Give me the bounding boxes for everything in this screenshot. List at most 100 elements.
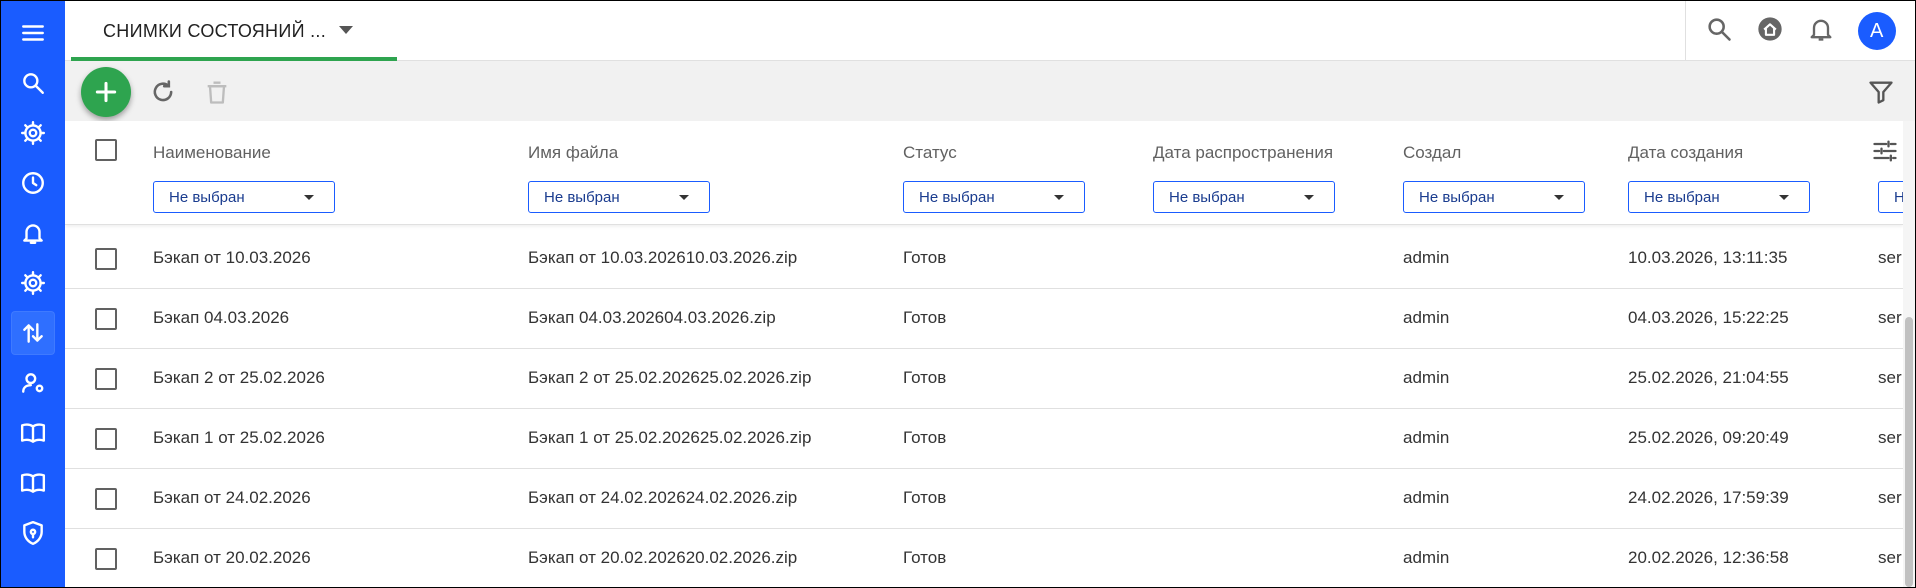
cell-author: admin xyxy=(1403,428,1450,447)
cell-status: Готов xyxy=(903,548,947,567)
sidebar-item-import-export[interactable] xyxy=(11,311,55,355)
import-export-icon xyxy=(23,323,43,343)
filter-extra-select[interactable]: Не выбран xyxy=(1878,181,1903,213)
sidebar-item-docs-2[interactable] xyxy=(11,461,55,505)
bell-icon xyxy=(23,224,43,244)
filter-value: Не выбран xyxy=(169,188,245,206)
home-button[interactable] xyxy=(1756,15,1784,48)
table-row[interactable]: Бэкап 2 от 25.02.2026 Бэкап 2 от 25.02.2… xyxy=(65,349,1903,409)
row-checkbox[interactable] xyxy=(95,488,117,510)
cell-name: Бэкап от 20.02.2026 xyxy=(153,548,311,567)
cell-file: Бэкап от 20.02.202620.02.2026.zip xyxy=(528,548,798,567)
cell-file: Бэкап от 10.03.202610.03.2026.zip xyxy=(528,248,798,267)
clock-icon xyxy=(22,172,44,194)
user-settings-icon xyxy=(22,373,44,393)
bell-icon xyxy=(1810,19,1832,41)
table-row[interactable]: Бэкап 04.03.2026 Бэкап 04.03.202604.03.2… xyxy=(65,289,1903,349)
search-icon xyxy=(23,73,44,94)
snapshots-table: Наименование Имя файла Статус Дата распр… xyxy=(65,121,1903,587)
caret-down-icon xyxy=(1304,195,1314,200)
filter-icon[interactable] xyxy=(1867,78,1895,106)
chevron-down-icon[interactable] xyxy=(339,26,353,34)
column-header-status[interactable]: Статус xyxy=(903,143,957,163)
filter-value: Не выбран xyxy=(1169,188,1245,206)
cell-status: Готов xyxy=(903,428,947,447)
sidebar-item-search[interactable] xyxy=(11,61,55,105)
select-all-checkbox[interactable] xyxy=(95,139,117,161)
refresh-icon[interactable] xyxy=(149,78,177,106)
cell-extra: ser xyxy=(1878,488,1902,507)
column-header-name[interactable]: Наименование xyxy=(153,143,271,163)
cell-extra: ser xyxy=(1878,428,1902,447)
menu-icon xyxy=(22,25,44,41)
tab-snapshots[interactable]: СНИМКИ СОСТОЯНИЙ ... xyxy=(71,1,397,61)
row-checkbox[interactable] xyxy=(95,308,117,330)
vertical-scrollbar[interactable] xyxy=(1903,121,1915,587)
cell-file: Бэкап 04.03.202604.03.2026.zip xyxy=(528,308,776,327)
cell-status: Готов xyxy=(903,308,947,327)
column-settings-icon[interactable] xyxy=(1871,137,1899,165)
sidebar-item-notifications[interactable] xyxy=(11,211,55,255)
column-header-dist-date[interactable]: Дата распространения xyxy=(1153,143,1333,163)
cell-file: Бэкап 2 от 25.02.202625.02.2026.zip xyxy=(528,368,812,387)
avatar[interactable]: A xyxy=(1857,12,1896,50)
top-actions: A xyxy=(1685,1,1915,61)
sidebar-item-config[interactable] xyxy=(11,261,55,305)
row-checkbox[interactable] xyxy=(95,428,117,450)
cell-status: Готов xyxy=(903,368,947,387)
cell-created: 10.03.2026, 13:11:35 xyxy=(1628,248,1788,267)
caret-down-icon xyxy=(679,195,689,200)
sidebar-item-user-settings[interactable] xyxy=(11,361,55,405)
filter-name-select[interactable]: Не выбран xyxy=(153,181,335,213)
menu-button[interactable] xyxy=(11,11,55,55)
filter-status-select[interactable]: Не выбран xyxy=(903,181,1085,213)
cell-author: admin xyxy=(1403,308,1450,327)
row-checkbox[interactable] xyxy=(95,548,117,570)
filter-author-select[interactable]: Не выбран xyxy=(1403,181,1585,213)
filter-created-select[interactable]: Не выбран xyxy=(1628,181,1810,213)
filter-file-select[interactable]: Не выбран xyxy=(528,181,710,213)
cell-status: Готов xyxy=(903,488,947,507)
column-header-created[interactable]: Дата создания xyxy=(1628,143,1743,163)
table-row[interactable]: Бэкап от 10.03.2026 Бэкап от 10.03.20261… xyxy=(65,229,1903,289)
sidebar-item-history[interactable] xyxy=(11,161,55,205)
sidebar-item-settings[interactable] xyxy=(11,111,55,155)
search-icon xyxy=(1708,17,1732,41)
table-row[interactable]: Бэкап от 20.02.2026 Бэкап от 20.02.20262… xyxy=(65,529,1903,587)
cell-file: Бэкап 1 от 25.02.202625.02.2026.zip xyxy=(528,428,812,447)
column-header-author[interactable]: Создал xyxy=(1403,143,1461,163)
filter-value: Не выбран xyxy=(1419,188,1495,206)
cell-name: Бэкап 2 от 25.02.2026 xyxy=(153,368,325,387)
sidebar-item-security[interactable] xyxy=(11,511,55,555)
search-button[interactable] xyxy=(1705,15,1733,48)
cell-created: 20.02.2026, 12:36:58 xyxy=(1628,548,1789,567)
filter-value: Не выбран xyxy=(1894,189,1903,206)
sidebar-item-docs[interactable] xyxy=(11,411,55,455)
top-bar: СНИМКИ СОСТОЯНИЙ ... A xyxy=(65,1,1915,61)
table-row[interactable]: Бэкап 1 от 25.02.2026 Бэкап 1 от 25.02.2… xyxy=(65,409,1903,469)
filter-value: Не выбран xyxy=(1644,188,1720,206)
caret-down-icon xyxy=(1054,195,1064,200)
cell-created: 04.03.2026, 15:22:25 xyxy=(1628,308,1789,327)
add-button[interactable] xyxy=(81,67,131,117)
cell-created: 25.02.2026, 09:20:49 xyxy=(1628,428,1789,447)
book-icon xyxy=(20,423,46,443)
app-window: СНИМКИ СОСТОЯНИЙ ... A Наименование Имя … xyxy=(0,0,1916,588)
table-row[interactable]: Бэкап от 24.02.2026 Бэкап от 24.02.20262… xyxy=(65,469,1903,529)
cell-file: Бэкап от 24.02.202624.02.2026.zip xyxy=(528,488,798,507)
toolbar xyxy=(65,61,1915,121)
row-checkbox[interactable] xyxy=(95,248,117,270)
filter-dist-date-select[interactable]: Не выбран xyxy=(1153,181,1335,213)
filter-value: Не выбран xyxy=(919,188,995,206)
filter-value: Не выбран xyxy=(544,188,620,206)
notifications-button[interactable] xyxy=(1807,15,1835,48)
cell-author: admin xyxy=(1403,488,1450,507)
caret-down-icon xyxy=(304,195,314,200)
delete-icon[interactable] xyxy=(203,78,231,106)
table-header: Наименование Имя файла Статус Дата распр… xyxy=(65,121,1903,225)
row-checkbox[interactable] xyxy=(95,368,117,390)
column-header-file[interactable]: Имя файла xyxy=(528,143,618,163)
scrollbar-thumb[interactable] xyxy=(1905,317,1913,587)
cell-author: admin xyxy=(1403,548,1450,567)
cell-name: Бэкап от 24.02.2026 xyxy=(153,488,311,507)
